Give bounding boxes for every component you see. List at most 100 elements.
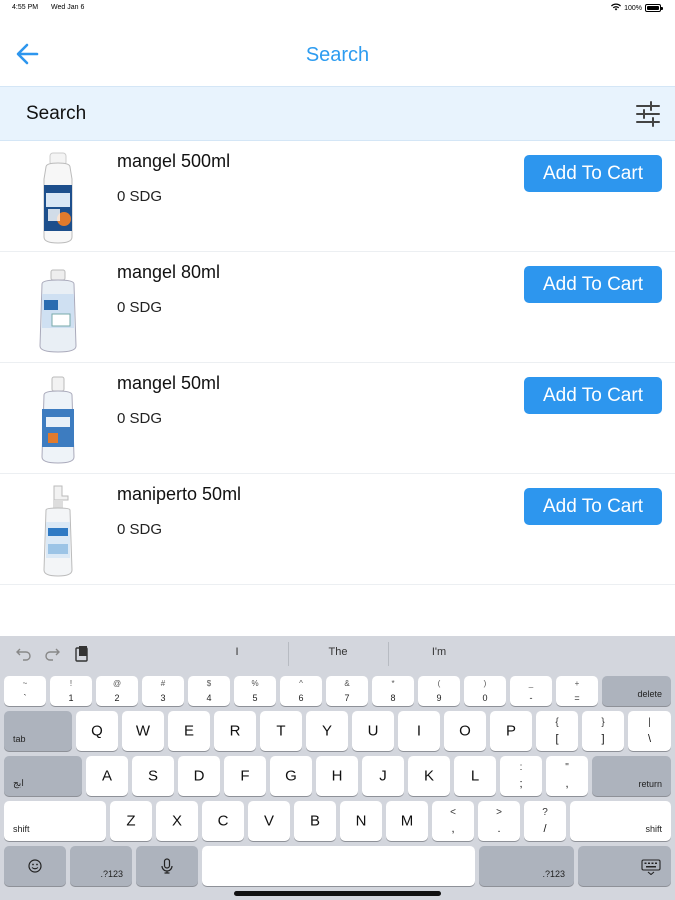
key-h[interactable]: H xyxy=(316,756,358,796)
add-to-cart-button[interactable]: Add To Cart xyxy=(524,377,662,414)
key-8[interactable]: * 8 xyxy=(372,676,414,706)
key-b[interactable]: B xyxy=(294,801,336,841)
key-equals[interactable]: + = xyxy=(556,676,598,706)
shift-key-right[interactable]: shift xyxy=(570,801,671,841)
key-minus[interactable]: _ - xyxy=(510,676,552,706)
dictation-key[interactable] xyxy=(136,846,198,886)
redo-icon[interactable] xyxy=(44,644,62,662)
product-row: maniperto 50ml 0 SDG Add To Cart xyxy=(0,474,675,585)
key-0[interactable]: ) 0 xyxy=(464,676,506,706)
key-c[interactable]: C xyxy=(202,801,244,841)
key-3[interactable]: #3 xyxy=(142,676,184,706)
key-6[interactable]: ^ 6 xyxy=(280,676,322,706)
paste-icon[interactable] xyxy=(73,644,91,662)
suggestion-item[interactable]: The xyxy=(288,646,388,658)
key-m[interactable]: M xyxy=(386,801,428,841)
product-image xyxy=(18,371,100,467)
key-s[interactable]: S xyxy=(132,756,174,796)
emoji-key[interactable] xyxy=(4,846,66,886)
product-name: mangel 80ml xyxy=(117,262,221,282)
key-u[interactable]: U xyxy=(352,711,394,751)
key-q[interactable]: Q xyxy=(76,711,118,751)
screen: 4:55 PM Wed Jan 6 100% Search Search man… xyxy=(0,0,675,900)
key-1[interactable]: ! 1 xyxy=(50,676,92,706)
product-price: 0 SDG xyxy=(117,521,163,538)
return-key[interactable]: return xyxy=(592,756,671,796)
product-price: 0 SDG xyxy=(117,410,163,427)
key-quote[interactable]: ", xyxy=(546,756,588,796)
battery-percent: 100% xyxy=(624,4,642,12)
product-price: 0 SDG xyxy=(117,299,163,316)
key-backtick[interactable]: ~ ` xyxy=(4,676,46,706)
home-indicator[interactable] xyxy=(234,891,441,896)
key-backslash[interactable]: | \ xyxy=(628,711,671,751)
product-image xyxy=(18,149,100,245)
key-j[interactable]: J xyxy=(362,756,404,796)
product-price: 0 SDG xyxy=(117,188,163,205)
key-2[interactable]: @2 xyxy=(96,676,138,706)
key-o[interactable]: O xyxy=(444,711,486,751)
key-semicolon[interactable]: :; xyxy=(500,756,542,796)
add-to-cart-button[interactable]: Add To Cart xyxy=(524,488,662,525)
key-r[interactable]: R xyxy=(214,711,256,751)
sliders-icon xyxy=(636,101,660,127)
key-k[interactable]: K xyxy=(408,756,450,796)
product-row: mangel 80ml 0 SDG Add To Cart xyxy=(0,252,675,363)
key-y[interactable]: Y xyxy=(306,711,348,751)
key-l[interactable]: L xyxy=(454,756,496,796)
key-a[interactable]: A xyxy=(86,756,128,796)
space-key[interactable] xyxy=(202,846,475,886)
key-p[interactable]: P xyxy=(490,711,532,751)
key-x[interactable]: X xyxy=(156,801,198,841)
numbers-key-left[interactable]: .?123 xyxy=(70,846,132,886)
numbers-key-right[interactable]: .?123 xyxy=(479,846,574,886)
filter-button[interactable] xyxy=(635,101,661,127)
suggestion-item[interactable]: I xyxy=(187,646,287,658)
key-z[interactable]: Z xyxy=(110,801,152,841)
key-question[interactable]: ? / xyxy=(524,801,566,841)
key-n[interactable]: N xyxy=(340,801,382,841)
key-d[interactable]: D xyxy=(178,756,220,796)
product-row: mangel 500ml 0 SDG Add To Cart xyxy=(0,141,675,252)
product-name: mangel 500ml xyxy=(117,151,231,171)
dismiss-keyboard-key[interactable] xyxy=(578,846,671,886)
key-7[interactable]: & 7 xyxy=(326,676,368,706)
key-5[interactable]: % 5 xyxy=(234,676,276,706)
status-date: Wed Jan 6 xyxy=(51,4,85,11)
language-key[interactable]: ابج xyxy=(4,756,82,796)
key-4[interactable]: $4 xyxy=(188,676,230,706)
nav-bar: Search xyxy=(0,16,675,86)
add-to-cart-button[interactable]: Add To Cart xyxy=(524,266,662,303)
search-input[interactable] xyxy=(26,101,586,127)
product-name: maniperto 50ml xyxy=(117,484,242,504)
key-bracket-right[interactable]: }] xyxy=(582,711,624,751)
wifi-icon xyxy=(611,3,622,13)
undo-icon[interactable] xyxy=(14,644,32,662)
delete-key[interactable]: delete xyxy=(602,676,671,706)
battery-icon xyxy=(645,4,663,12)
key-greater-than[interactable]: >. xyxy=(478,801,520,841)
key-f[interactable]: F xyxy=(224,756,266,796)
keyboard-toolbar: I The I'm xyxy=(0,636,675,671)
status-bar: 4:55 PM Wed Jan 6 100% xyxy=(0,0,675,16)
suggestion-item[interactable]: I'm xyxy=(389,646,489,658)
status-time: 4:55 PM xyxy=(12,4,39,11)
key-bracket-left[interactable]: {[ xyxy=(536,711,578,751)
tab-key[interactable]: tab xyxy=(4,711,72,751)
status-right: 100% xyxy=(611,3,663,13)
shift-key-left[interactable]: shift xyxy=(4,801,106,841)
product-name: mangel 50ml xyxy=(117,373,221,393)
page-title: Search xyxy=(305,44,370,66)
key-v[interactable]: V xyxy=(248,801,290,841)
key-t[interactable]: T xyxy=(260,711,302,751)
search-bar xyxy=(0,86,675,141)
microphone-icon xyxy=(161,858,173,874)
add-to-cart-button[interactable]: Add To Cart xyxy=(524,155,662,192)
keyboard-dismiss-icon xyxy=(641,859,661,875)
key-i[interactable]: I xyxy=(398,711,440,751)
key-e[interactable]: E xyxy=(168,711,210,751)
key-less-than[interactable]: <, xyxy=(432,801,474,841)
key-g[interactable]: G xyxy=(270,756,312,796)
key-9[interactable]: (9 xyxy=(418,676,460,706)
key-w[interactable]: W xyxy=(122,711,164,751)
